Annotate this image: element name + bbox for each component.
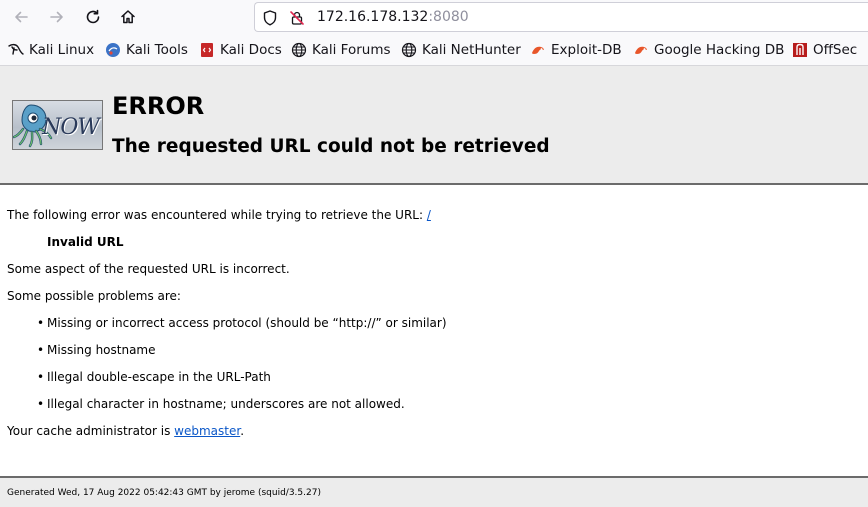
forward-button[interactable] bbox=[44, 5, 70, 29]
bookmark-kali-tools[interactable]: Kali Tools bbox=[105, 41, 188, 59]
kali-tools-icon bbox=[105, 42, 121, 58]
list-item: • Missing or incorrect access protocol (s… bbox=[37, 316, 447, 330]
generated-text: Generated Wed, 17 Aug 2022 05:42:43 GMT … bbox=[7, 488, 321, 498]
error-footer: Generated Wed, 17 Aug 2022 05:42:43 GMT … bbox=[0, 476, 868, 507]
shield-icon[interactable] bbox=[261, 9, 279, 27]
bookmark-kali-docs[interactable]: Kali Docs bbox=[199, 41, 282, 59]
globe-icon bbox=[401, 42, 417, 58]
kali-dragon-icon bbox=[8, 42, 24, 58]
home-icon bbox=[121, 10, 135, 24]
problems-heading: Some possible problems are: bbox=[7, 289, 181, 303]
arrow-left-icon bbox=[15, 11, 28, 23]
browser-toolbar: 172.16.178.132:8080 bbox=[0, 0, 868, 34]
reload-icon bbox=[86, 9, 100, 24]
error-header: NOW ERROR The requested URL could not be… bbox=[0, 66, 868, 185]
bookmark-kali-nethunter[interactable]: Kali NetHunter bbox=[401, 41, 521, 59]
arrow-right-icon bbox=[50, 11, 63, 23]
home-button[interactable] bbox=[115, 5, 141, 29]
insecure-lock-icon[interactable] bbox=[288, 9, 306, 27]
list-item: • Illegal double-escape in the URL-Path bbox=[37, 370, 271, 384]
bookmarks-bar: Kali Linux Kali Tools Kali Docs Kali For… bbox=[0, 34, 868, 66]
exploit-db-icon bbox=[530, 42, 546, 58]
admin-line: Your cache administrator is webmaster. bbox=[7, 424, 244, 438]
url-bar[interactable]: 172.16.178.132:8080 bbox=[254, 2, 868, 32]
error-subtitle: The requested URL could not be retrieved bbox=[112, 136, 550, 157]
back-button[interactable] bbox=[8, 5, 34, 29]
exploit-db-icon bbox=[633, 42, 649, 58]
squid-logo: NOW bbox=[12, 100, 103, 150]
globe-icon bbox=[291, 42, 307, 58]
bookmark-exploit-db[interactable]: Exploit-DB bbox=[530, 41, 622, 59]
error-name: Invalid URL bbox=[47, 235, 124, 249]
intro-text: The following error was encountered whil… bbox=[7, 208, 424, 222]
reload-button[interactable] bbox=[80, 5, 106, 29]
bookmark-offsec[interactable]: OffSec bbox=[792, 41, 857, 59]
intro-line: The following error was encountered whil… bbox=[7, 208, 431, 222]
logo-text: NOW bbox=[42, 115, 100, 140]
admin-suffix: . bbox=[240, 424, 245, 438]
admin-prefix: Your cache administrator is bbox=[7, 424, 171, 438]
offsec-icon bbox=[792, 42, 808, 58]
bookmark-kali-forums[interactable]: Kali Forums bbox=[291, 41, 391, 59]
list-item: • Illegal character in hostname; undersco… bbox=[37, 397, 405, 411]
url-text[interactable]: 172.16.178.132:8080 bbox=[317, 9, 469, 25]
bookmark-kali-linux[interactable]: Kali Linux bbox=[8, 41, 94, 59]
kali-docs-icon bbox=[199, 42, 215, 58]
url-host: 172.16.178.132 bbox=[317, 9, 429, 25]
requested-url-link[interactable]: / bbox=[427, 208, 431, 222]
webmaster-link[interactable]: webmaster bbox=[174, 424, 240, 438]
bookmark-google-hacking-db[interactable]: Google Hacking DB bbox=[633, 41, 784, 59]
list-item: • Missing hostname bbox=[37, 343, 156, 357]
error-description: Some aspect of the requested URL is inco… bbox=[7, 262, 290, 276]
url-port: :8080 bbox=[428, 9, 469, 25]
error-title: ERROR bbox=[112, 92, 205, 120]
